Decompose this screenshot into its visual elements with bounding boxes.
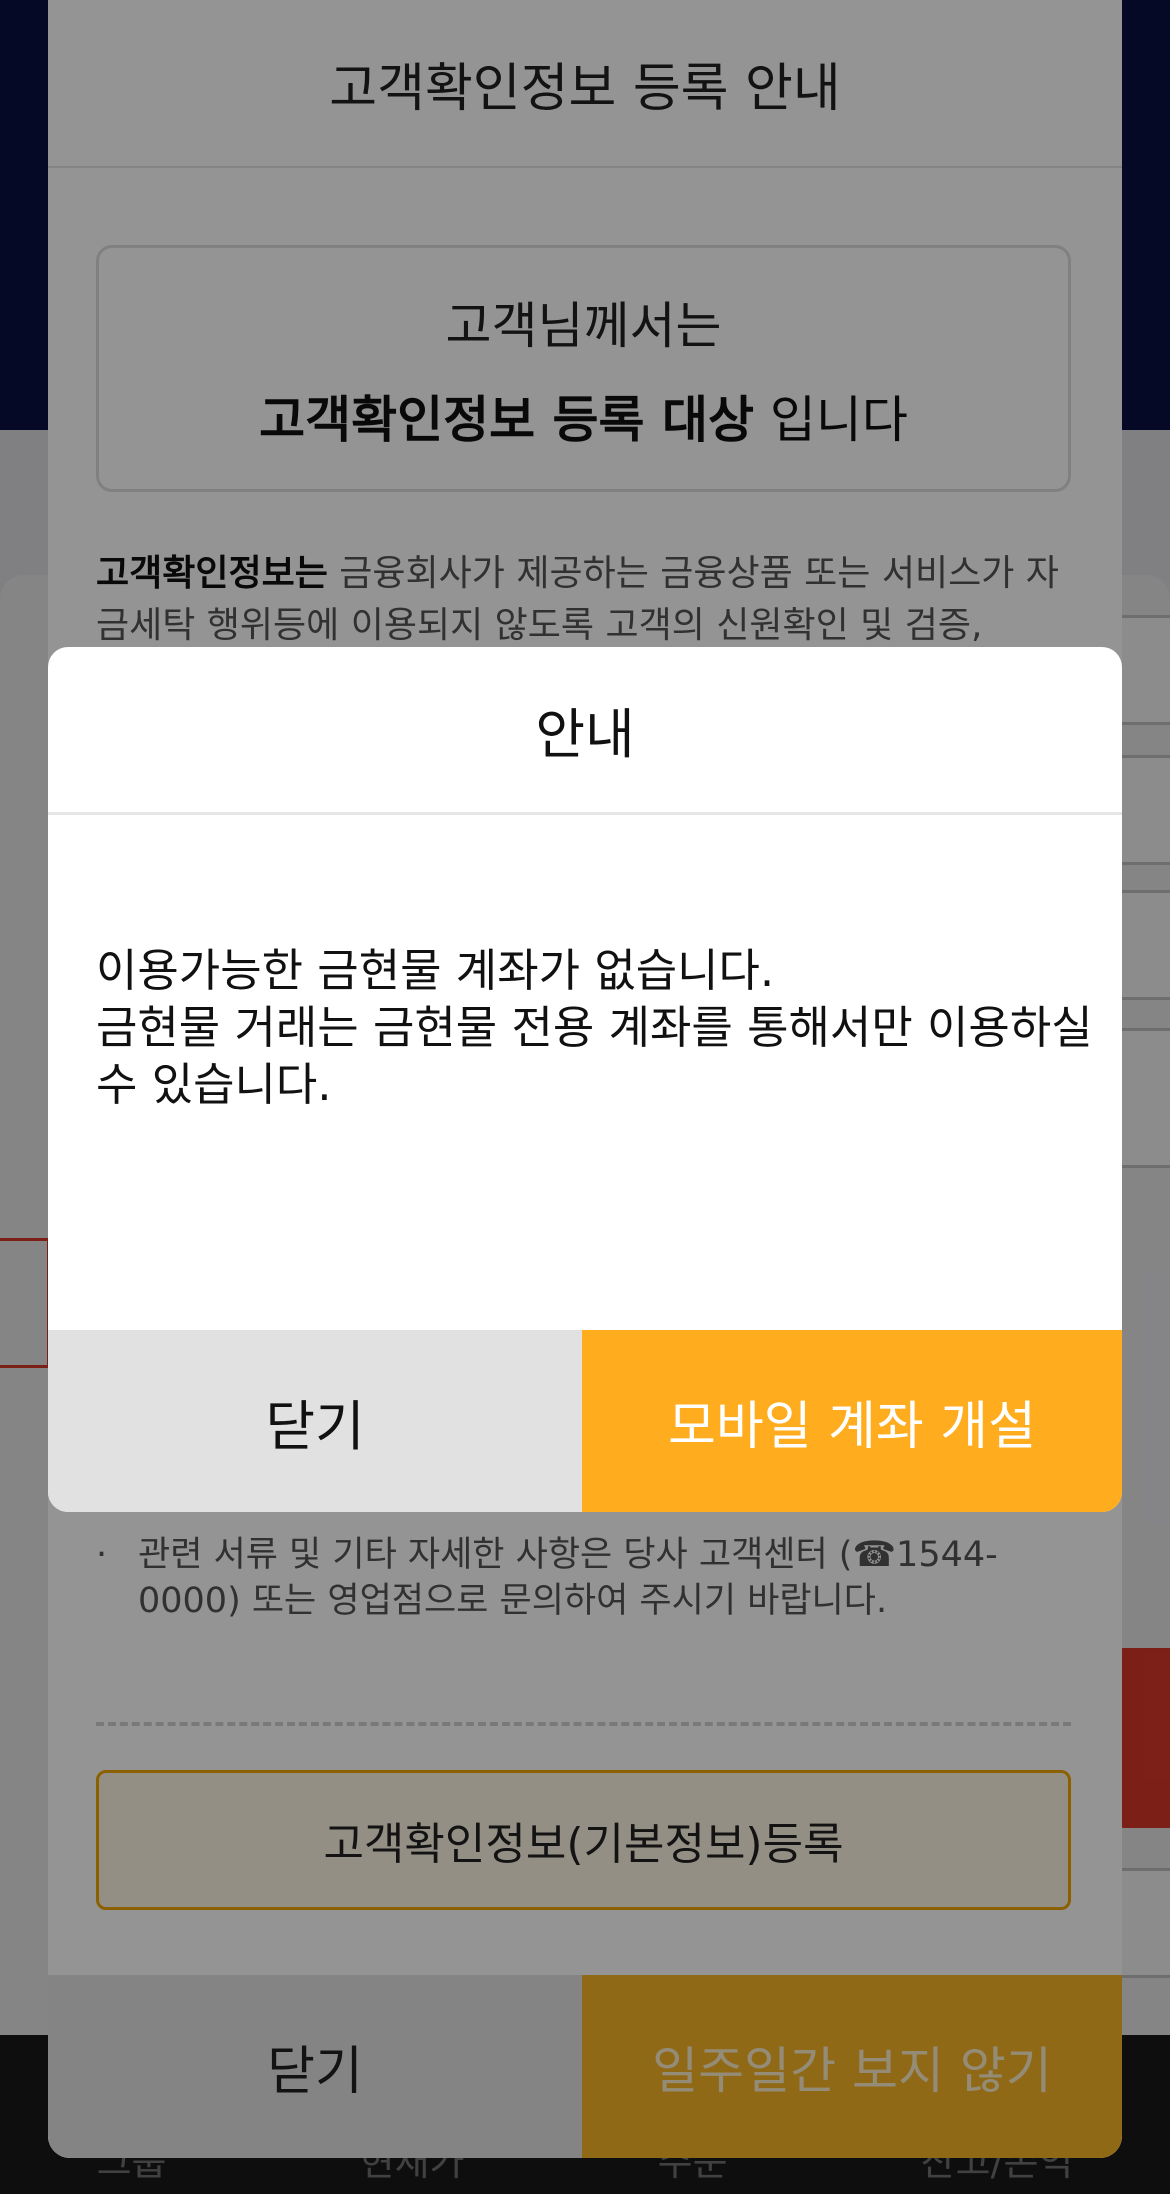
open-mobile-account-button[interactable]: 모바일 계좌 개설 (582, 1330, 1122, 1512)
alert-dialog: 안내 이용가능한 금현물 계좌가 없습니다. 금현물 거래는 금현물 전용 계좌… (48, 647, 1122, 1512)
alert-actions: 닫기 모바일 계좌 개설 (48, 1330, 1122, 1512)
alert-message-line: 이용가능한 금현물 계좌가 없습니다. (96, 944, 775, 997)
alert-close-button[interactable]: 닫기 (48, 1330, 582, 1512)
alert-message: 이용가능한 금현물 계좌가 없습니다. 금현물 거래는 금현물 전용 계좌를 통… (96, 942, 1096, 1113)
alert-message-line: 금현물 거래는 금현물 전용 계좌를 통해서만 이용하실 수 있습니다. (96, 1001, 1093, 1111)
alert-title: 안내 (48, 647, 1122, 815)
